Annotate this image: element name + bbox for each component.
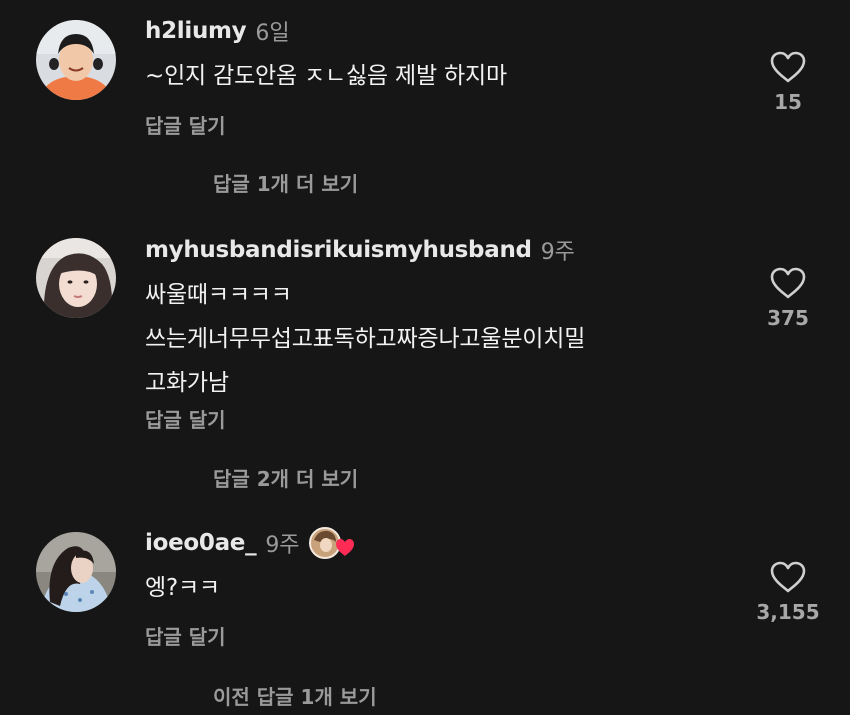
reply-button[interactable]: 답글 달기 [145,404,226,433]
avatar-photo [36,238,116,318]
comment-text: 싸울때ㅋㅋㅋㅋ 쓰는게너무무섭고표독하고짜증나고울분이치밀 고화가남 [145,282,586,396]
comment-text: 엥?ㅋㅋ [145,575,220,601]
avatar-photo [36,20,116,100]
avatar[interactable] [36,238,116,318]
comment-time: 9주 [265,533,300,558]
like-count: 15 [774,90,802,114]
username[interactable]: h2liumy [145,18,247,44]
like-column: 375 [733,266,843,330]
view-more-replies-button[interactable]: 답글 2개 더 보기 [213,463,358,492]
like-count: 375 [767,306,809,330]
avatar-photo [36,532,116,612]
comment-text: ~인지 감도안옴 ㅈㄴ싫음 제발 하지마 [145,63,507,89]
reply-button[interactable]: 답글 달기 [145,110,226,139]
comment-time: 6일 [255,21,290,46]
username-row: h2liumy 6일 [145,15,290,47]
like-column: 3,155 [733,560,843,624]
heart-icon[interactable] [769,50,807,84]
username[interactable]: myhusbandisrikuismyhusband [145,237,532,263]
comment-time: 9주 [540,240,575,265]
heart-icon[interactable] [769,266,807,300]
username-row: myhusbandisrikuismyhusband 9주 [145,234,575,266]
creator-liked-heart-icon [308,526,356,560]
like-count: 3,155 [756,600,820,624]
view-previous-replies-button[interactable]: 이전 답글 1개 보기 [213,681,377,710]
reply-button[interactable]: 답글 달기 [145,621,226,650]
username[interactable]: ioeo0ae_ [145,530,257,556]
avatar[interactable] [36,532,116,612]
username-row: ioeo0ae_ 9주 [145,526,356,560]
view-more-replies-button[interactable]: 답글 1개 더 보기 [213,168,358,197]
heart-icon[interactable] [769,560,807,594]
like-column: 15 [733,50,843,114]
avatar[interactable] [36,20,116,100]
